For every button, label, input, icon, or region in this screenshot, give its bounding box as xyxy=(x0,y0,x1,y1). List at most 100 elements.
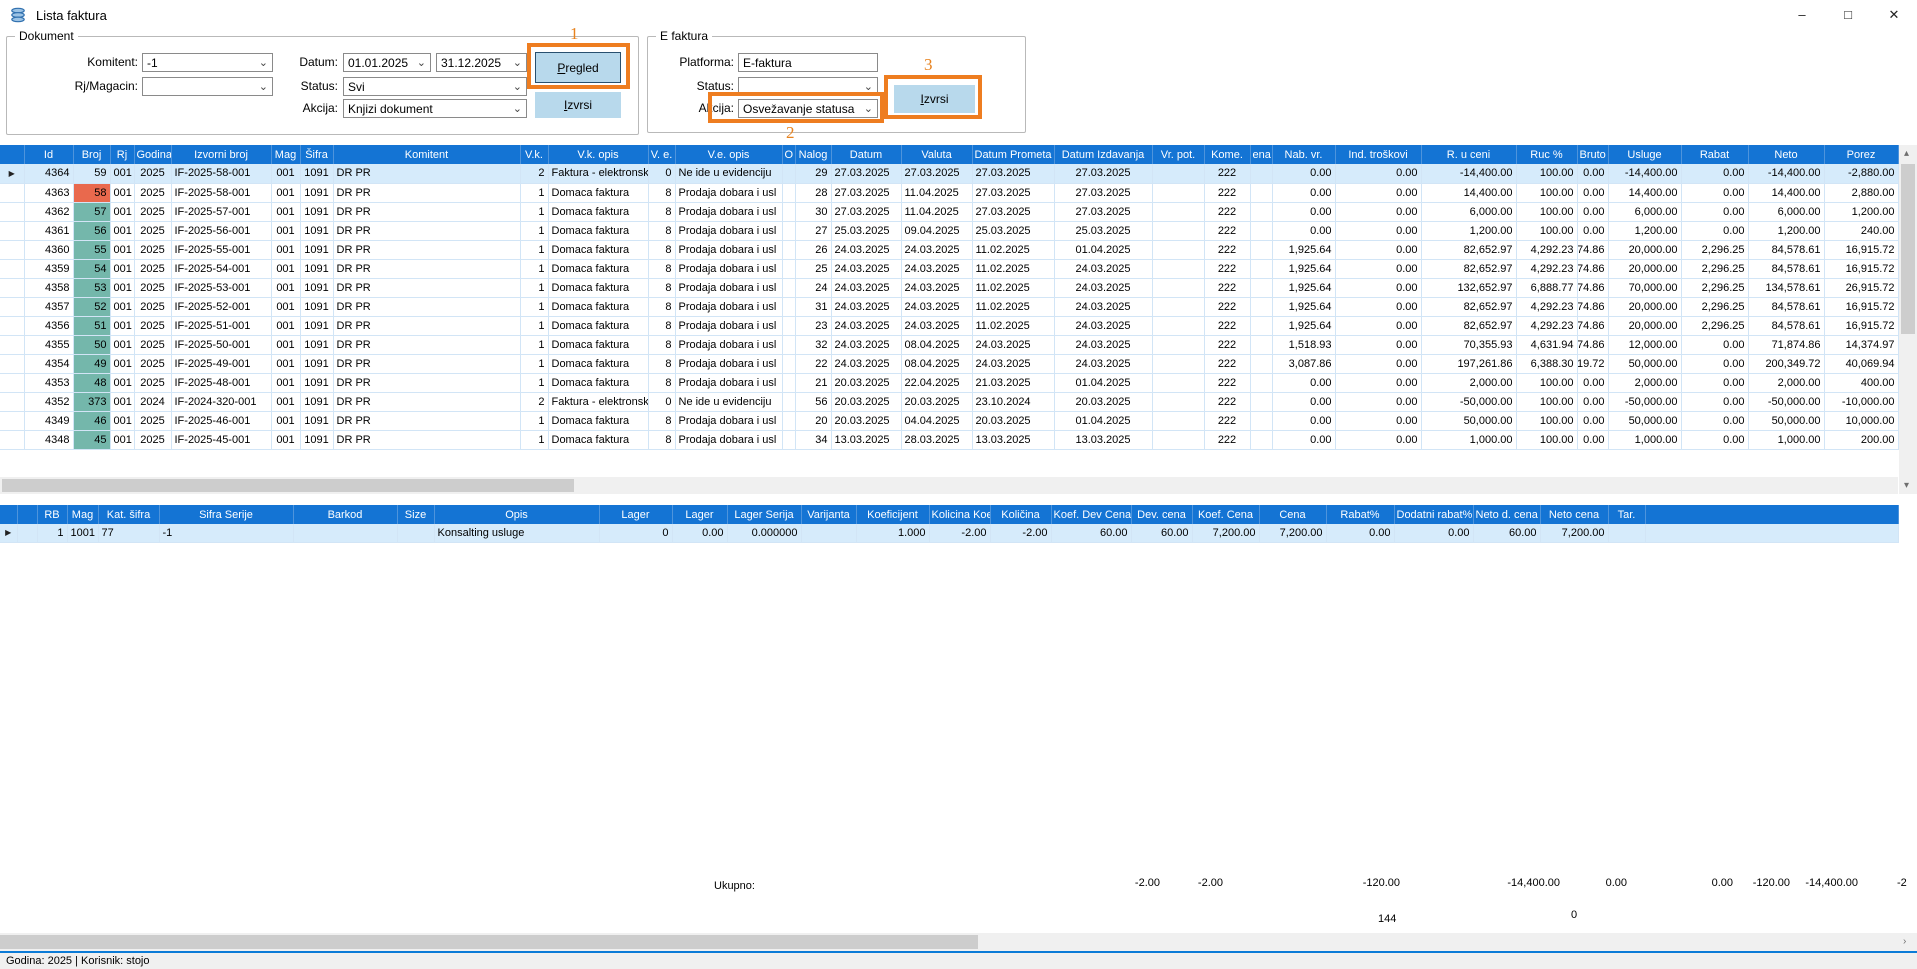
column-header[interactable]: Valuta xyxy=(901,145,972,164)
table-row[interactable]: 4362570012025IF-2025-57-0010011091DR PR1… xyxy=(0,202,1898,221)
table-row[interactable]: 4358530012025IF-2025-53-0010011091DR PR1… xyxy=(0,278,1898,297)
cell: 0.00 xyxy=(1577,221,1608,240)
column-header[interactable]: Cena xyxy=(1259,505,1326,524)
column-header[interactable]: V.k. xyxy=(520,145,548,164)
cell: Prodaja dobara i usl xyxy=(675,335,782,354)
column-header[interactable]: Barkod xyxy=(293,505,397,524)
vertical-scroll-thumb[interactable] xyxy=(1901,164,1915,334)
column-header[interactable]: Šifra xyxy=(300,145,333,164)
horizontal-scroll-thumb[interactable] xyxy=(2,479,574,492)
table-row[interactable]: ▶4364590012025IF-2025-58-0010011091DR PR… xyxy=(0,164,1898,183)
column-header[interactable]: Mag xyxy=(271,145,300,164)
scroll-right-icon[interactable]: › xyxy=(1903,937,1906,947)
column-header[interactable]: V. e. xyxy=(648,145,675,164)
column-header[interactable]: Opis xyxy=(434,505,599,524)
column-header[interactable]: Usluge xyxy=(1608,145,1681,164)
column-header[interactable]: V.k. opis xyxy=(548,145,648,164)
column-header[interactable] xyxy=(0,505,17,524)
column-header[interactable]: Ind. troškovi xyxy=(1335,145,1421,164)
column-header[interactable]: RB xyxy=(37,505,67,524)
column-header[interactable]: Nab. vr. xyxy=(1272,145,1335,164)
column-header[interactable]: Porez xyxy=(1824,145,1898,164)
column-header[interactable]: Neto xyxy=(1748,145,1824,164)
column-header[interactable]: Koeficijent xyxy=(856,505,929,524)
column-header[interactable]: Neto d. cena xyxy=(1473,505,1540,524)
column-header[interactable]: Komitent xyxy=(333,145,520,164)
table-row[interactable]: 4349460012025IF-2025-46-0010011091DR PR1… xyxy=(0,411,1898,430)
column-header[interactable]: Sifra Serije xyxy=(159,505,293,524)
cell: 1,000.00 xyxy=(1748,430,1824,449)
invoice-grid-horizontal-scrollbar[interactable] xyxy=(0,477,1898,494)
chevron-down-icon: ⌄ xyxy=(513,82,522,92)
table-row[interactable]: 43523730012024IF-2024-320-0010011091DR P… xyxy=(0,392,1898,411)
table-row[interactable]: 4359540012025IF-2025-54-0010011091DR PR1… xyxy=(0,259,1898,278)
scroll-down-icon[interactable]: ▾ xyxy=(1904,481,1909,491)
table-row[interactable]: ▶1100177-1Konsalting usluge00.000.000000… xyxy=(0,524,1898,542)
column-header[interactable]: Varijanta xyxy=(801,505,856,524)
column-header[interactable]: Kat. šifra xyxy=(98,505,159,524)
table-row[interactable]: 4356510012025IF-2025-51-0010011091DR PR1… xyxy=(0,316,1898,335)
column-header[interactable]: Broj xyxy=(73,145,110,164)
table-row[interactable]: 4353480012025IF-2025-48-0010011091DR PR1… xyxy=(0,373,1898,392)
izvrsi-dokument-button[interactable]: Izvrsi xyxy=(535,92,621,118)
datum-from-picker[interactable]: 01.01.2025 ⌄ xyxy=(343,53,431,72)
column-header[interactable]: Id xyxy=(24,145,73,164)
column-header[interactable]: Dev. cena xyxy=(1131,505,1192,524)
column-header[interactable]: ena xyxy=(1250,145,1272,164)
column-header[interactable]: Neto cena xyxy=(1540,505,1608,524)
annotation-number-3: 3 xyxy=(924,55,933,75)
scroll-up-icon[interactable]: ▴ xyxy=(1904,149,1909,159)
column-header[interactable]: Datum Izdavanja xyxy=(1054,145,1152,164)
column-header[interactable]: Godina xyxy=(134,145,171,164)
column-header[interactable]: Kolicina Koef xyxy=(929,505,990,524)
rj-magacin-combobox[interactable]: ⌄ xyxy=(142,77,273,96)
column-header[interactable] xyxy=(0,145,24,164)
cell xyxy=(782,240,795,259)
komitent-combobox[interactable]: -1 ⌄ xyxy=(142,53,273,72)
column-header[interactable]: Mag xyxy=(67,505,98,524)
table-row[interactable]: 4357520012025IF-2025-52-0010011091DR PR1… xyxy=(0,297,1898,316)
table-row[interactable]: 4355500012025IF-2025-50-0010011091DR PR1… xyxy=(0,335,1898,354)
cell: 1,000.00 xyxy=(1608,430,1681,449)
column-header[interactable]: V.e. opis xyxy=(675,145,782,164)
column-header[interactable]: Lager Serija xyxy=(727,505,801,524)
detail-grid-horizontal-scrollbar[interactable]: › xyxy=(0,933,1917,951)
column-header[interactable]: Količina xyxy=(990,505,1051,524)
akcija-combobox[interactable]: Knjizi dokument ⌄ xyxy=(343,99,527,118)
table-row[interactable]: 4361560012025IF-2025-56-0010011091DR PR1… xyxy=(0,221,1898,240)
column-header[interactable] xyxy=(17,505,37,524)
column-header[interactable]: Bruto xyxy=(1577,145,1608,164)
column-header[interactable]: Tar. xyxy=(1608,505,1645,524)
column-header[interactable]: Izvorni broj xyxy=(171,145,271,164)
column-header[interactable]: R. u ceni xyxy=(1421,145,1516,164)
column-header[interactable]: Dodatni rabat% xyxy=(1394,505,1473,524)
column-header[interactable]: Rabat xyxy=(1681,145,1748,164)
maximize-button[interactable]: □ xyxy=(1825,0,1871,29)
table-row[interactable]: 4354490012025IF-2025-49-0010011091DR PR1… xyxy=(0,354,1898,373)
column-header[interactable]: Kome. xyxy=(1204,145,1250,164)
close-button[interactable]: ✕ xyxy=(1871,0,1917,29)
column-header[interactable]: Koef. Cena xyxy=(1192,505,1259,524)
column-header[interactable]: Size xyxy=(397,505,434,524)
column-header[interactable]: Datum Prometa xyxy=(972,145,1054,164)
bottom-scroll-thumb[interactable] xyxy=(0,935,978,949)
platforma-field[interactable]: E-faktura xyxy=(738,53,878,72)
column-header[interactable] xyxy=(1645,505,1898,524)
column-header[interactable]: Koef. Dev Cena xyxy=(1051,505,1131,524)
invoice-grid-vertical-scrollbar[interactable]: ▴ ▾ xyxy=(1899,145,1917,494)
column-header[interactable]: Lager xyxy=(599,505,672,524)
status-combobox[interactable]: Svi ⌄ xyxy=(343,77,527,96)
column-header[interactable]: Vr. pot. xyxy=(1152,145,1204,164)
table-row[interactable]: 4360550012025IF-2025-55-0010011091DR PR1… xyxy=(0,240,1898,259)
minimize-button[interactable]: – xyxy=(1779,0,1825,29)
column-header[interactable]: Nalog xyxy=(795,145,831,164)
column-header[interactable]: Datum xyxy=(831,145,901,164)
datum-to-picker[interactable]: 31.12.2025 ⌄ xyxy=(436,53,527,72)
column-header[interactable]: Ruc % xyxy=(1516,145,1577,164)
column-header[interactable]: Rj xyxy=(110,145,134,164)
column-header[interactable]: O xyxy=(782,145,795,164)
column-header[interactable]: Rabat% xyxy=(1326,505,1394,524)
table-row[interactable]: 4348450012025IF-2025-45-0010011091DR PR1… xyxy=(0,430,1898,449)
column-header[interactable]: Lager xyxy=(672,505,727,524)
table-row[interactable]: 4363580012025IF-2025-58-0010011091DR PR1… xyxy=(0,183,1898,202)
